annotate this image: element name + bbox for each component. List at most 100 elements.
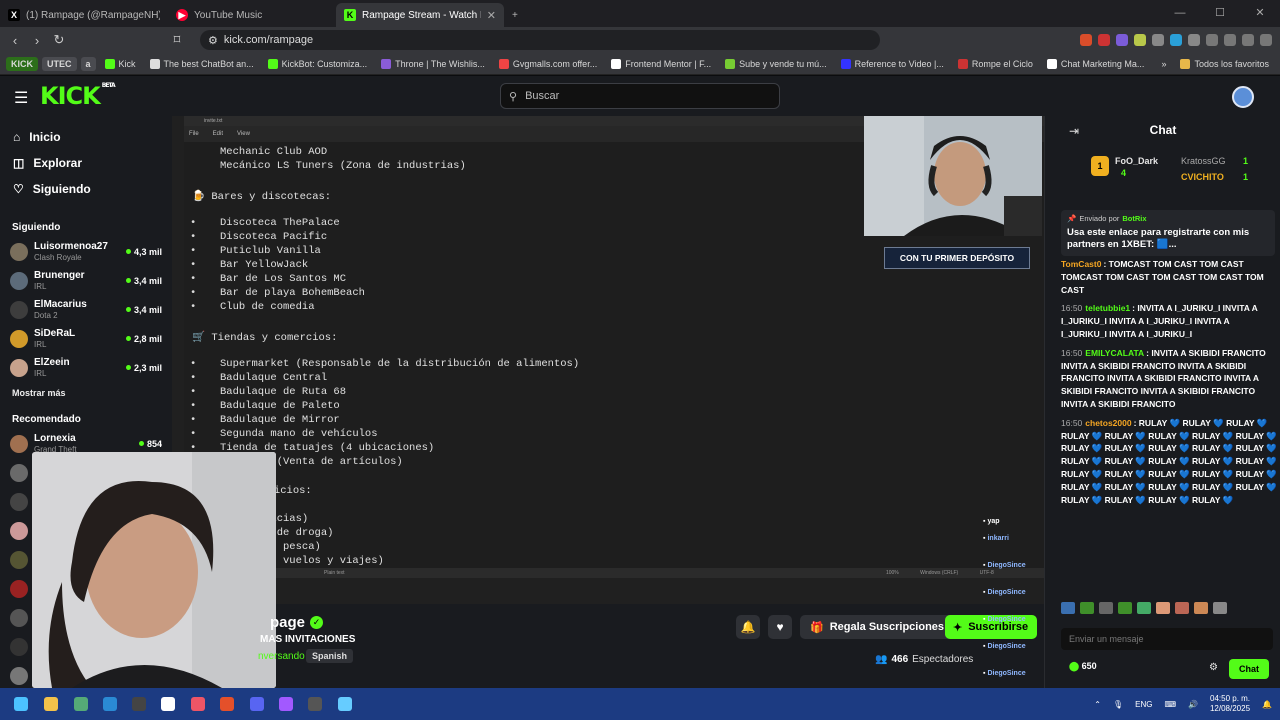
video-player[interactable]: invite.txt File Edit View Mechanic Club … bbox=[172, 116, 1044, 604]
address-bar[interactable]: ⚙ kick.com/rampage bbox=[200, 30, 880, 50]
channel-points[interactable]: ⬤ 650 bbox=[1069, 661, 1097, 672]
file-explorer-icon[interactable] bbox=[44, 697, 58, 711]
hamburger-menu-icon[interactable]: ☰ bbox=[14, 88, 28, 108]
puzzle-icon[interactable] bbox=[1188, 34, 1200, 46]
emote-icon[interactable] bbox=[1137, 602, 1151, 614]
extension-icon[interactable] bbox=[1152, 34, 1164, 46]
notification-bell-icon[interactable]: 🔔 bbox=[736, 615, 760, 639]
sidebar-item-inicio[interactable]: ⌂ Inicio bbox=[0, 124, 172, 150]
media-icon[interactable] bbox=[1206, 34, 1218, 46]
sidebar-channel-elmacarius[interactable]: ElMacarius Dota 2 3,4 mil bbox=[0, 295, 172, 324]
bookmark-item[interactable]: The best ChatBot an... bbox=[145, 57, 259, 71]
notepad-icon[interactable] bbox=[338, 697, 352, 711]
message-username[interactable]: teletubbie1 bbox=[1085, 303, 1130, 313]
app-icon[interactable] bbox=[74, 697, 88, 711]
language-indicator[interactable]: ENG bbox=[1135, 700, 1152, 709]
emote-icon[interactable] bbox=[1080, 602, 1094, 614]
user-avatar[interactable] bbox=[1232, 86, 1254, 108]
network-icon[interactable]: ⌨ bbox=[1164, 700, 1176, 709]
search-input[interactable]: ⚲ Buscar bbox=[500, 83, 780, 109]
bookmark-item[interactable]: Chat Marketing Ma... bbox=[1042, 57, 1150, 71]
bookmark-item[interactable]: Reference to Video |... bbox=[836, 57, 949, 71]
obs-icon[interactable] bbox=[308, 697, 322, 711]
close-window-icon[interactable]: ✕ bbox=[1240, 0, 1280, 27]
bookmark-utec-tag[interactable]: UTEC bbox=[42, 56, 77, 71]
channel-info: Luisormenoa27 Clash Royale bbox=[34, 241, 120, 263]
forward-icon[interactable]: › bbox=[26, 33, 48, 48]
emote-icon[interactable] bbox=[1061, 602, 1075, 614]
bookmark-item[interactable]: Throne | The Wishlis... bbox=[376, 57, 490, 71]
sidebar-item-siguiendo[interactable]: ♡ Siguiendo bbox=[0, 176, 172, 202]
emote-icon[interactable] bbox=[1099, 602, 1113, 614]
new-tab-button[interactable]: + bbox=[504, 3, 528, 27]
minimize-icon[interactable]: — bbox=[1160, 0, 1200, 27]
bookmark-item[interactable]: KickBot: Customiza... bbox=[263, 57, 373, 71]
emote-icon[interactable] bbox=[1194, 602, 1208, 614]
vscode-icon[interactable] bbox=[103, 697, 117, 711]
send-chat-button[interactable]: Chat bbox=[1229, 659, 1269, 679]
message-username[interactable]: TomCast0 bbox=[1061, 259, 1101, 269]
channel-name: Lornexia bbox=[34, 432, 76, 444]
emote-icon[interactable] bbox=[1118, 602, 1132, 614]
menu-icon[interactable] bbox=[1260, 34, 1272, 46]
sidebar-item-explorar[interactable]: ◫ Explorar bbox=[0, 150, 172, 176]
follow-heart-icon[interactable]: ♥ bbox=[768, 615, 792, 639]
browser-tab-kick[interactable]: K Rampage Stream - Watch Live o ✕ bbox=[336, 3, 504, 27]
message-username[interactable]: chetos2000 bbox=[1085, 418, 1131, 428]
site-info-icon[interactable]: ⚙ bbox=[208, 34, 218, 47]
sidebar-channel-elzeein[interactable]: ElZeein IRL 2,3 mil bbox=[0, 353, 172, 382]
bookmark-item[interactable]: Frontend Mentor | F... bbox=[606, 57, 716, 71]
sidebar-channel-luisormenoa27[interactable]: Luisormenoa27 Clash Royale 4,3 mil bbox=[0, 237, 172, 266]
app-icon[interactable] bbox=[191, 697, 205, 711]
bookmark-item[interactable]: Kick bbox=[100, 57, 141, 71]
rewards-icon[interactable] bbox=[1098, 34, 1110, 46]
channel-name[interactable]: page bbox=[270, 614, 305, 631]
app-icon[interactable] bbox=[279, 697, 293, 711]
volume-icon[interactable]: 🔊 bbox=[1188, 700, 1198, 709]
maximize-icon[interactable]: ☐ bbox=[1200, 0, 1240, 27]
notion-icon[interactable] bbox=[161, 697, 175, 711]
start-windows-icon[interactable] bbox=[14, 697, 28, 711]
stream-category[interactable]: nversando bbox=[258, 651, 305, 662]
bookmark-item[interactable]: Rompe el Ciclo bbox=[953, 57, 1038, 71]
browser-tab-x[interactable]: X (1) Rampage (@RampageNH) / X bbox=[0, 3, 168, 27]
more-bookmarks-icon[interactable]: » bbox=[1156, 57, 1171, 71]
show-more-link[interactable]: Mostrar más bbox=[0, 382, 172, 404]
all-bookmarks[interactable]: Todos los favoritos bbox=[1175, 57, 1274, 71]
bookmark-item[interactable]: Gvgmalls.com offer... bbox=[494, 57, 602, 71]
sidebar-channel-sideral[interactable]: SiDeRaL IRL 2,8 mil bbox=[0, 324, 172, 353]
bookmark-icon[interactable]: ⌑ bbox=[166, 32, 188, 48]
language-tag[interactable]: Spanish bbox=[306, 649, 354, 663]
chat-input[interactable]: Enviar un mensaje bbox=[1061, 628, 1273, 650]
wallet-icon[interactable] bbox=[1242, 34, 1254, 46]
extension-icon[interactable] bbox=[1134, 34, 1146, 46]
back-icon[interactable]: ‹ bbox=[4, 33, 26, 48]
pinned-message[interactable]: 📌 Enviado por BotRix Usa este enlace para … bbox=[1061, 210, 1275, 256]
emote-icon[interactable] bbox=[1213, 602, 1227, 614]
bookmark-a-tag[interactable]: a bbox=[80, 56, 96, 71]
message-username[interactable]: EMILYCALATA bbox=[1085, 348, 1144, 358]
emote-icon[interactable] bbox=[1156, 602, 1170, 614]
extension-icon[interactable] bbox=[1170, 34, 1182, 46]
brave-browser-icon[interactable] bbox=[220, 697, 234, 711]
clock[interactable]: 04:50 p. m. 12/08/2025 bbox=[1210, 694, 1250, 714]
tray-chevron-icon[interactable]: ⌃ bbox=[1094, 700, 1101, 709]
microphone-icon[interactable]: 🎙 bbox=[1113, 700, 1123, 709]
close-tab-icon[interactable]: ✕ bbox=[487, 9, 496, 22]
discord-icon[interactable] bbox=[250, 697, 264, 711]
reload-icon[interactable]: ↻ bbox=[48, 32, 70, 48]
notifications-icon[interactable]: 🔔 bbox=[1262, 700, 1272, 709]
browser-tab-youtube-music[interactable]: ▶ YouTube Music bbox=[168, 3, 336, 27]
sidebar-channel-brunenger[interactable]: Brunenger IRL 3,4 mil bbox=[0, 266, 172, 295]
calendar-icon[interactable] bbox=[132, 697, 146, 711]
bookmark-kick-tag[interactable]: KICK bbox=[6, 56, 38, 71]
brave-shield-icon[interactable] bbox=[1080, 34, 1092, 46]
bookmark-item[interactable]: Sube y vende tu mú... bbox=[720, 57, 832, 71]
emote-icon[interactable] bbox=[1175, 602, 1189, 614]
gift-subs-button[interactable]: 🎁 Regala Suscripciones bbox=[800, 615, 955, 639]
settings-gear-icon[interactable]: ⚙ bbox=[1209, 662, 1218, 673]
kick-logo[interactable]: KICK BETA bbox=[40, 82, 116, 110]
extension-icon[interactable] bbox=[1116, 34, 1128, 46]
logo-text: KICK bbox=[40, 82, 101, 110]
sidebar-icon[interactable] bbox=[1224, 34, 1236, 46]
